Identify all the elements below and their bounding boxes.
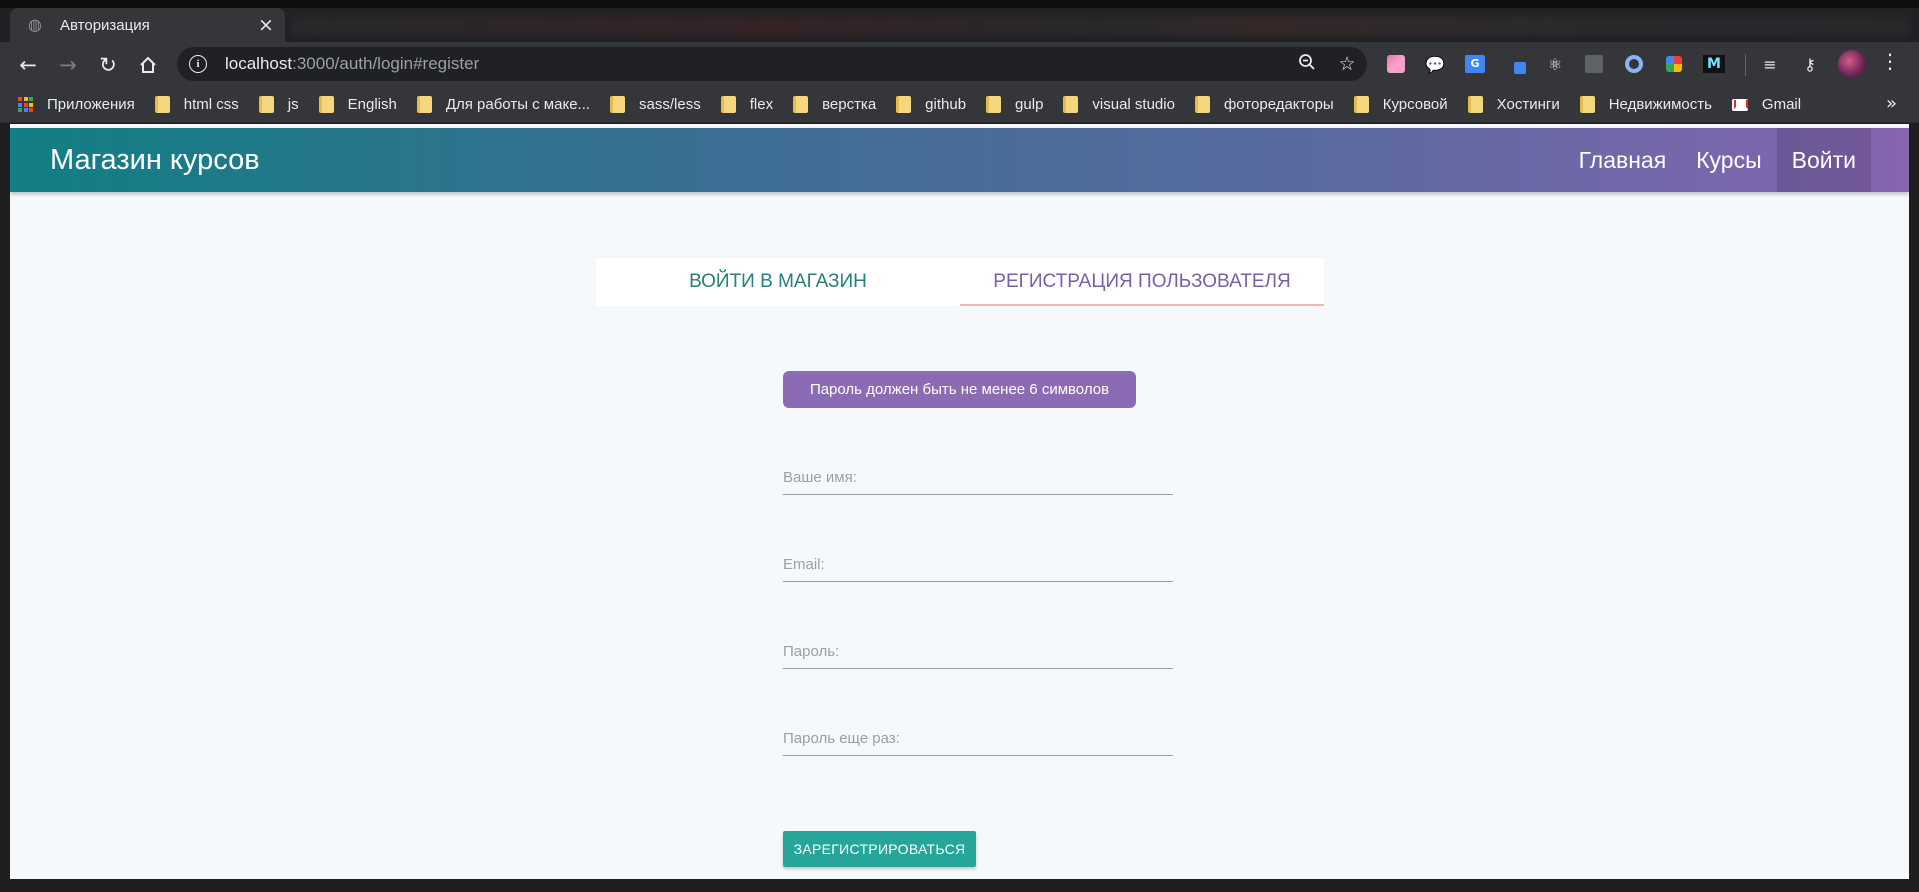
apps-icon <box>18 97 33 112</box>
nav-login[interactable]: Войти <box>1776 128 1871 192</box>
folder-icon <box>986 96 1002 113</box>
bookmark-folder[interactable]: sass/less <box>610 91 711 119</box>
nav-courses[interactable]: Курсы <box>1681 128 1776 192</box>
menu-kebab-icon[interactable]: ⋮ <box>1880 49 1900 79</box>
reload-icon[interactable]: ↻ <box>88 47 128 83</box>
close-tab-icon[interactable]: × <box>255 14 277 36</box>
extension-eyedropper-icon[interactable] <box>1505 52 1529 76</box>
address-bar[interactable]: i localhost:3000/auth/login#register ☆ <box>177 47 1367 81</box>
register-submit-button[interactable]: ЗАРЕГИСТРИРОВАТЬСЯ <box>783 831 976 867</box>
bookmark-folder[interactable]: Недвижимость <box>1579 91 1722 119</box>
bookmark-folder[interactable]: js <box>258 91 309 119</box>
folder-icon <box>1063 96 1079 113</box>
tab-login[interactable]: ВОЙТИ В МАГАЗИН <box>596 258 960 306</box>
zoom-icon[interactable] <box>1287 53 1327 76</box>
globe-icon: ◍ <box>28 15 42 34</box>
tab-title: Авторизация <box>60 16 150 34</box>
toolbar-separator <box>1745 54 1746 76</box>
browser-tab-strip: ◍ Авторизация × <box>0 0 1919 42</box>
gmail-icon <box>1731 98 1748 111</box>
extension-m-icon[interactable]: M <box>1702 52 1726 76</box>
brand-logo-link[interactable]: Магазин курсов <box>50 128 260 192</box>
translate-icon[interactable]: G <box>1463 52 1487 76</box>
bookmark-star-icon[interactable]: ☆ <box>1327 53 1367 75</box>
other-tabs-blurred <box>290 16 1910 36</box>
extension-grid-icon[interactable] <box>1582 52 1606 76</box>
confirm-password-field <box>783 716 1173 756</box>
name-field <box>783 455 1173 495</box>
forward-arrow-icon[interactable]: → <box>48 47 88 83</box>
auth-tabs: ВОЙТИ В МАГАЗИН РЕГИСТРАЦИЯ ПОЛЬЗОВАТЕЛЯ <box>596 258 1324 306</box>
bookmark-folder[interactable]: Курсовой <box>1353 91 1458 119</box>
folder-icon <box>154 96 170 113</box>
app-header: Магазин курсов Главная Курсы Войти <box>10 128 1909 192</box>
main-nav: Главная Курсы Войти <box>1564 128 1871 192</box>
password-input[interactable] <box>783 629 1173 668</box>
bookmark-folder[interactable]: github <box>896 91 976 119</box>
back-arrow-icon[interactable]: ← <box>8 47 48 83</box>
browser-tab[interactable]: ◍ Авторизация × <box>10 8 285 42</box>
folder-icon <box>258 96 274 113</box>
folder-icon <box>1467 96 1483 113</box>
extension-color-icon[interactable] <box>1384 52 1408 76</box>
page-viewport: Магазин курсов Главная Курсы Войти ВОЙТИ… <box>10 124 1909 879</box>
bookmark-folder[interactable]: flex <box>720 91 783 119</box>
more-bookmarks-chevron-icon[interactable]: » <box>1886 93 1897 114</box>
profile-avatar[interactable] <box>1838 50 1866 78</box>
bookmark-folder[interactable]: English <box>318 91 407 119</box>
bookmark-folder[interactable]: Для работы с маке... <box>416 91 600 119</box>
email-field <box>783 542 1173 582</box>
bookmark-folder[interactable]: html css <box>154 91 249 119</box>
key-icon[interactable]: ⚷ <box>1798 52 1822 76</box>
react-devtools-icon[interactable]: ⚛ <box>1543 52 1567 76</box>
folder-icon <box>610 96 626 113</box>
bookmark-gmail[interactable]: Gmail <box>1731 91 1811 119</box>
home-icon[interactable] <box>128 47 168 83</box>
browser-toolbar: ← → ↻ i localhost:3000/auth/login#regist… <box>0 42 1919 87</box>
nav-home[interactable]: Главная <box>1564 128 1682 192</box>
site-info-icon[interactable]: i <box>189 55 207 73</box>
folder-icon <box>1194 96 1210 113</box>
error-toast: Пароль должен быть не менее 6 символов <box>783 371 1136 408</box>
bookmarks-bar: Приложения html css js English Для работ… <box>0 87 1919 123</box>
folder-icon <box>416 96 432 113</box>
extension-colorful-icon[interactable] <box>1662 52 1686 76</box>
url-text[interactable]: localhost:3000/auth/login#register <box>225 54 1287 74</box>
folder-icon <box>318 96 334 113</box>
bookmark-folder[interactable]: верстка <box>793 91 886 119</box>
folder-icon <box>720 96 736 113</box>
bookmark-folder[interactable]: Хостинги <box>1467 91 1570 119</box>
confirm-password-input[interactable] <box>783 716 1173 755</box>
bookmark-folder[interactable]: gulp <box>986 91 1053 119</box>
folder-icon <box>896 96 912 113</box>
media-control-icon[interactable]: ≡ <box>1758 52 1782 76</box>
folder-icon <box>1353 96 1369 113</box>
password-field <box>783 629 1173 669</box>
email-input[interactable] <box>783 542 1173 581</box>
bookmark-apps[interactable]: Приложения <box>18 91 145 119</box>
tab-register[interactable]: РЕГИСТРАЦИЯ ПОЛЬЗОВАТЕЛЯ <box>960 258 1324 306</box>
bookmark-folder[interactable]: фоторедакторы <box>1194 91 1344 119</box>
bookmark-folder[interactable]: visual studio <box>1063 91 1185 119</box>
folder-icon <box>1579 96 1595 113</box>
extension-circle-icon[interactable] <box>1622 52 1646 76</box>
name-input[interactable] <box>783 455 1173 494</box>
folder-icon <box>793 96 809 113</box>
extension-chat-icon[interactable]: 💬 <box>1423 52 1447 76</box>
